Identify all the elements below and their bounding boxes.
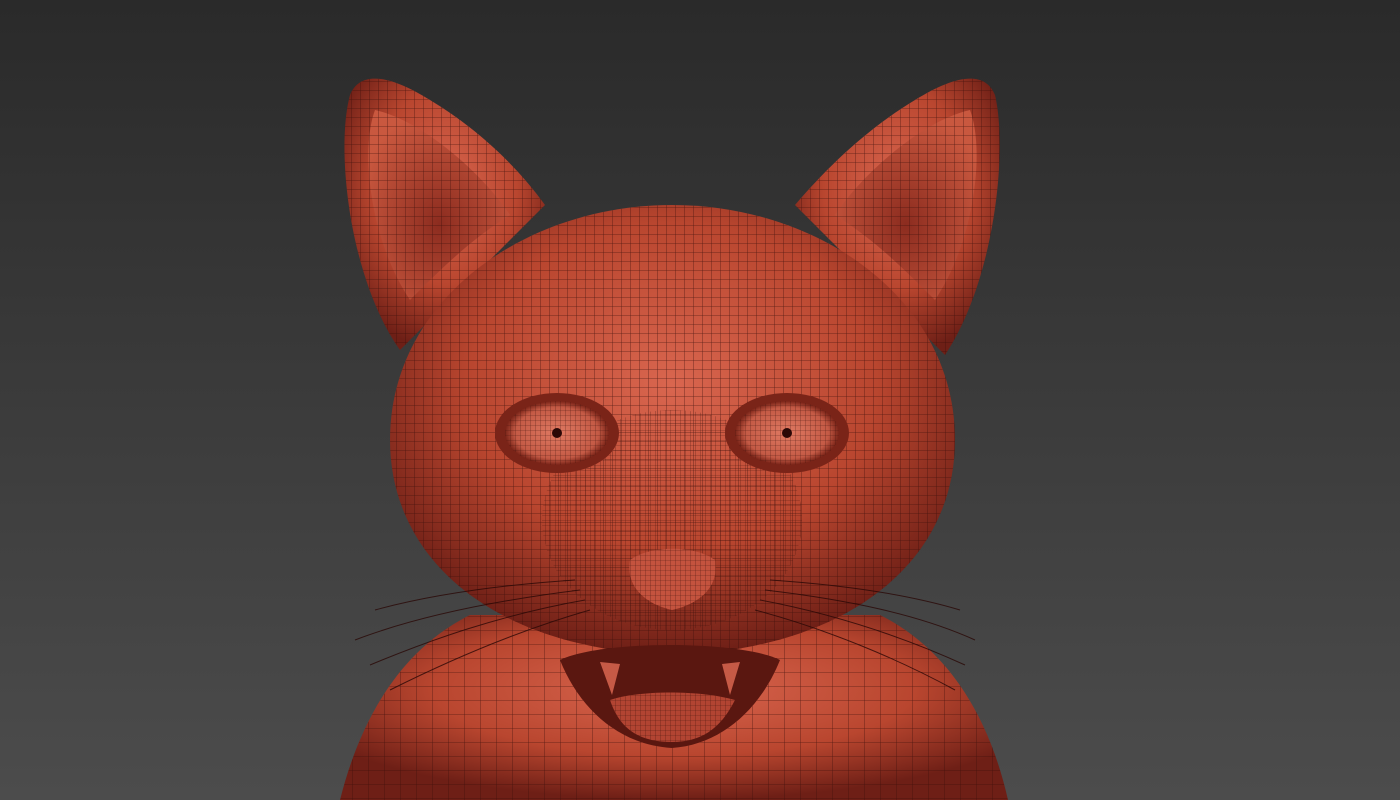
right-eye <box>725 393 849 473</box>
viewport-render <box>0 0 1400 800</box>
left-eye <box>495 393 619 473</box>
